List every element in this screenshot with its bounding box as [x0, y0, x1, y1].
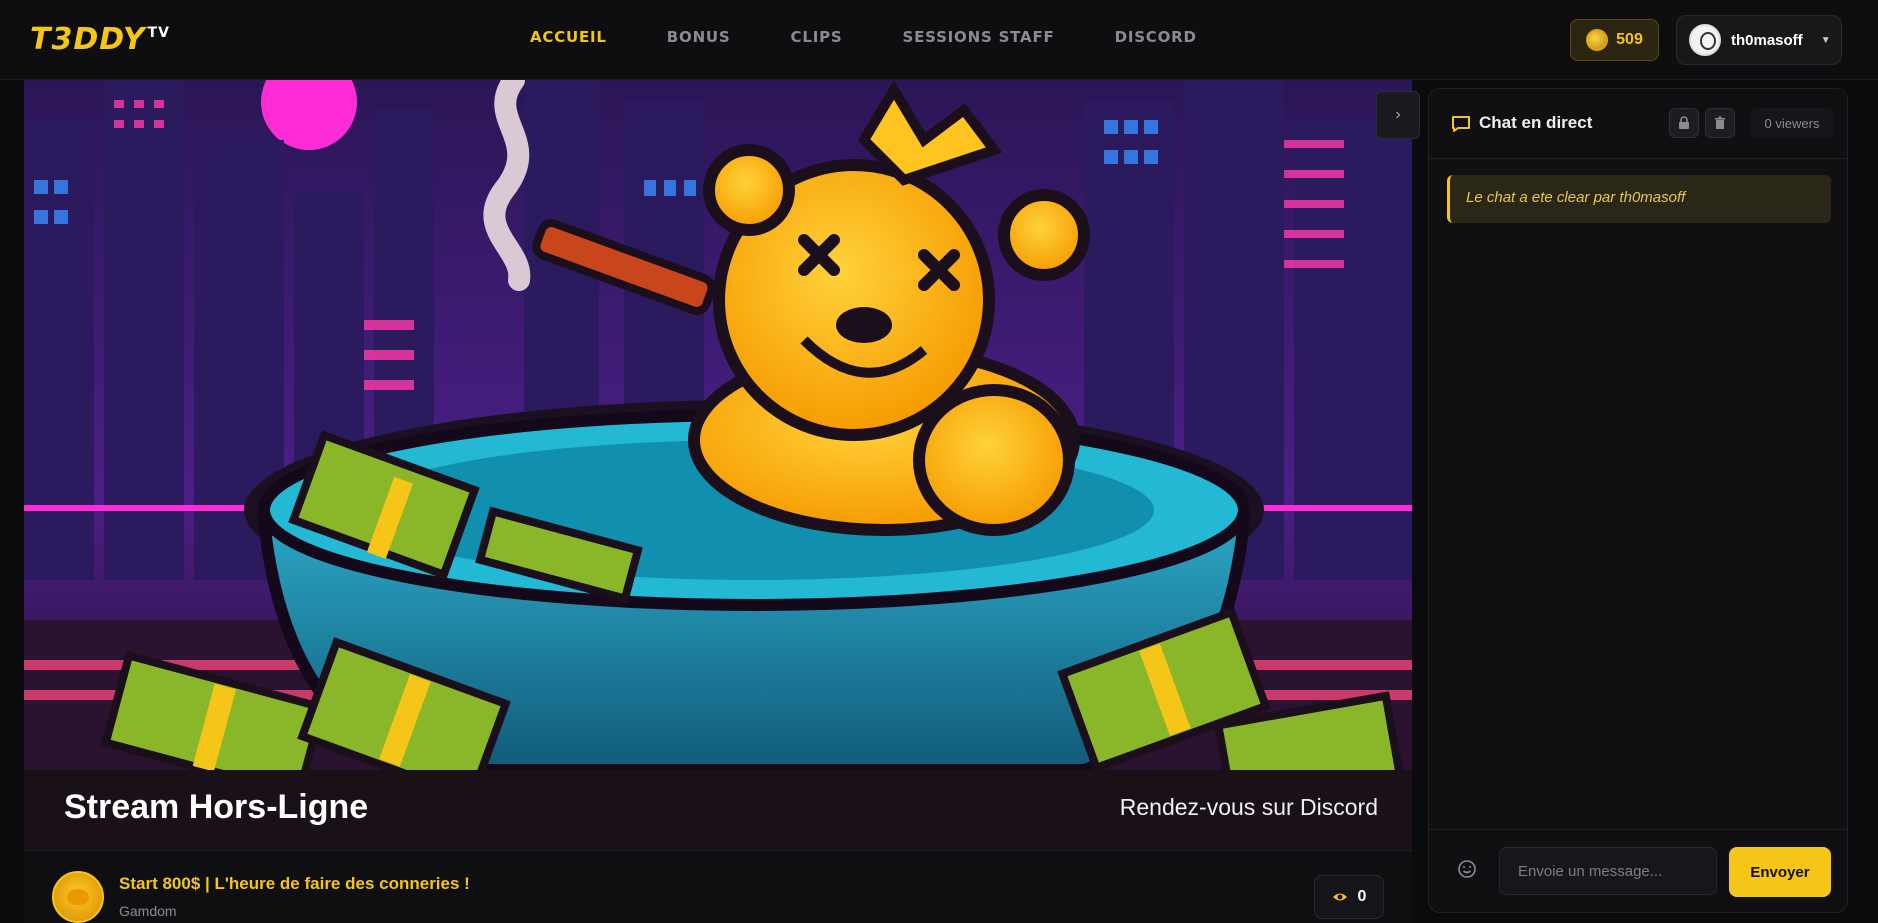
caret-down-icon: ▼: [1820, 34, 1831, 46]
logo-sup: TV: [147, 25, 170, 41]
offline-bar: Stream Hors-Ligne Rendez-vous sur Discor…: [24, 770, 1412, 850]
logo-text: T3DDY: [30, 22, 146, 57]
chevron-right-icon: ›: [1395, 106, 1401, 123]
viewer-count-value: 0: [1357, 888, 1367, 905]
avatar: [1689, 24, 1721, 56]
nav-clips[interactable]: CLIPS: [791, 28, 843, 46]
stream-category[interactable]: Gamdom: [119, 903, 177, 919]
coin-icon: [1586, 29, 1609, 51]
offline-subtitle[interactable]: Rendez-vous sur Discord: [1120, 794, 1378, 821]
nav-discord[interactable]: DISCORD: [1115, 28, 1197, 46]
chat-bubble-icon: [1452, 116, 1470, 132]
send-button[interactable]: Envoyer: [1729, 847, 1831, 897]
viewer-count: 0: [1314, 875, 1384, 919]
coin-balance[interactable]: 509: [1570, 19, 1659, 61]
lock-icon: [1679, 116, 1689, 129]
chat-message-input[interactable]: [1499, 847, 1717, 895]
top-bar: T3DDY TV ACCUEIL BONUS CLIPS SESSIONS STA…: [0, 0, 1878, 80]
offline-title: Stream Hors-Ligne: [64, 788, 369, 826]
stream-player[interactable]: [24, 80, 1412, 770]
chat-viewers: 0 viewers: [1751, 108, 1833, 138]
user-menu[interactable]: th0masoff ▼: [1676, 15, 1842, 65]
chat-title: Chat en direct: [1479, 113, 1593, 132]
chat-panel: Chat en direct 0 viewers Le chat a ete c…: [1428, 88, 1848, 913]
coin-count: 509: [1616, 31, 1643, 48]
offline-banner-image: [24, 80, 1412, 770]
collapse-chat-button[interactable]: ›: [1376, 91, 1420, 139]
clear-chat-button[interactable]: [1705, 108, 1735, 138]
nav-sessions-staff[interactable]: SESSIONS STAFF: [902, 28, 1054, 46]
chat-footer: Envoyer: [1429, 829, 1847, 913]
trash-icon: [1715, 116, 1725, 129]
nav-bonus[interactable]: BONUS: [667, 28, 731, 46]
username: th0masoff: [1731, 31, 1803, 49]
stream-title: Start 800$ | L'heure de faire des conner…: [119, 874, 470, 893]
chat-header: Chat en direct 0 viewers: [1429, 89, 1847, 159]
stream-info-bar: Start 800$ | L'heure de faire des conner…: [24, 850, 1412, 923]
system-message: Le chat a ete clear par th0masoff: [1447, 175, 1831, 223]
lock-chat-button[interactable]: [1669, 108, 1699, 138]
main-nav: ACCUEIL BONUS CLIPS SESSIONS STAFF DISCO…: [530, 28, 1257, 46]
eye-icon: [1332, 893, 1347, 901]
site-logo[interactable]: T3DDY TV: [30, 22, 170, 57]
nav-accueil[interactable]: ACCUEIL: [530, 28, 607, 46]
smile-icon[interactable]: [1457, 859, 1477, 879]
channel-avatar[interactable]: [52, 871, 104, 923]
